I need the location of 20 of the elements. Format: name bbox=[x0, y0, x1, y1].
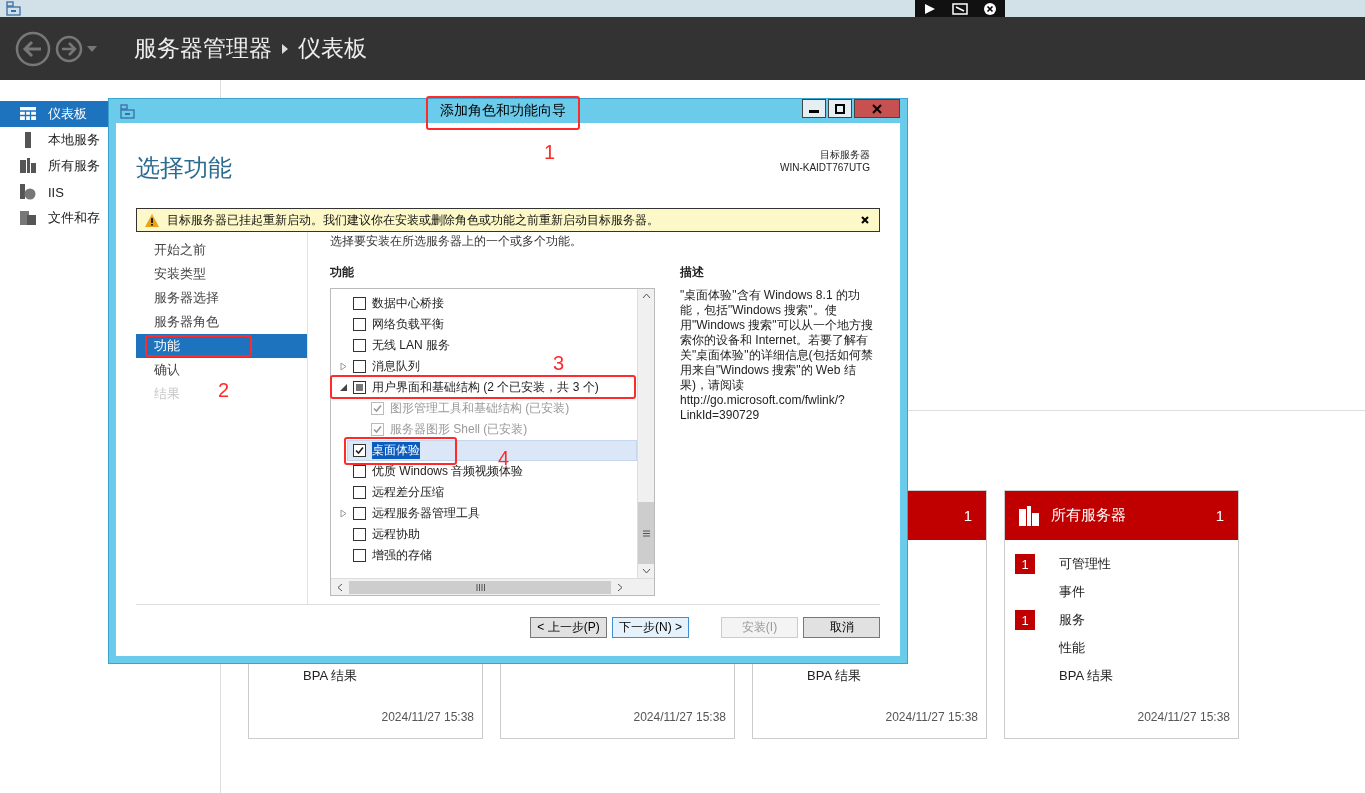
count-badge: 1 bbox=[1015, 610, 1035, 630]
page-heading: 选择功能 bbox=[136, 152, 232, 183]
timestamp: 2024/11/27 15:38 bbox=[884, 709, 979, 726]
annotation-number: 2 bbox=[218, 380, 230, 400]
tile-count: 1 bbox=[963, 507, 972, 524]
dialog-title: 添加角色和功能向导 bbox=[440, 102, 566, 120]
target-server-label: 目标服务器 bbox=[819, 147, 870, 161]
timestamp: 2024/11/27 15:38 bbox=[1136, 709, 1231, 726]
timestamp: 2024/11/27 15:38 bbox=[632, 709, 727, 726]
timestamp: 2024/11/27 15:38 bbox=[380, 709, 475, 726]
tile-count: 1 bbox=[1215, 507, 1224, 524]
warning-text: 目标服务器已挂起重新启动。我们建议你在安装或删除角色或功能之前重新启动目标服务器。 bbox=[167, 211, 659, 229]
annotation-number: 1 bbox=[544, 142, 556, 162]
annotation-number: 3 bbox=[553, 353, 565, 373]
column-heading: 功能 bbox=[330, 264, 355, 281]
instruction-text: 选择要安装在所选服务器上的一个或多个功能。 bbox=[330, 233, 583, 250]
description-text: "桌面体验"含有 Windows 8.1 的功能，包括"Windows 搜索"。使用"Windows 搜索"可以从一个地方搜索你的设备和 Internet。若要了解有关"桌面体验"的详细信息(包括如何禁用来自"Windows 搜索"的 Web 结果)，请阅读 http://go.microsoft.com/fwlink/?LinkId=390729 bbox=[680, 288, 874, 423]
target-server-name: WIN-KAIDT767UTG bbox=[780, 160, 870, 174]
count-badge: 1 bbox=[1015, 554, 1035, 574]
column-heading: 描述 bbox=[680, 264, 705, 281]
